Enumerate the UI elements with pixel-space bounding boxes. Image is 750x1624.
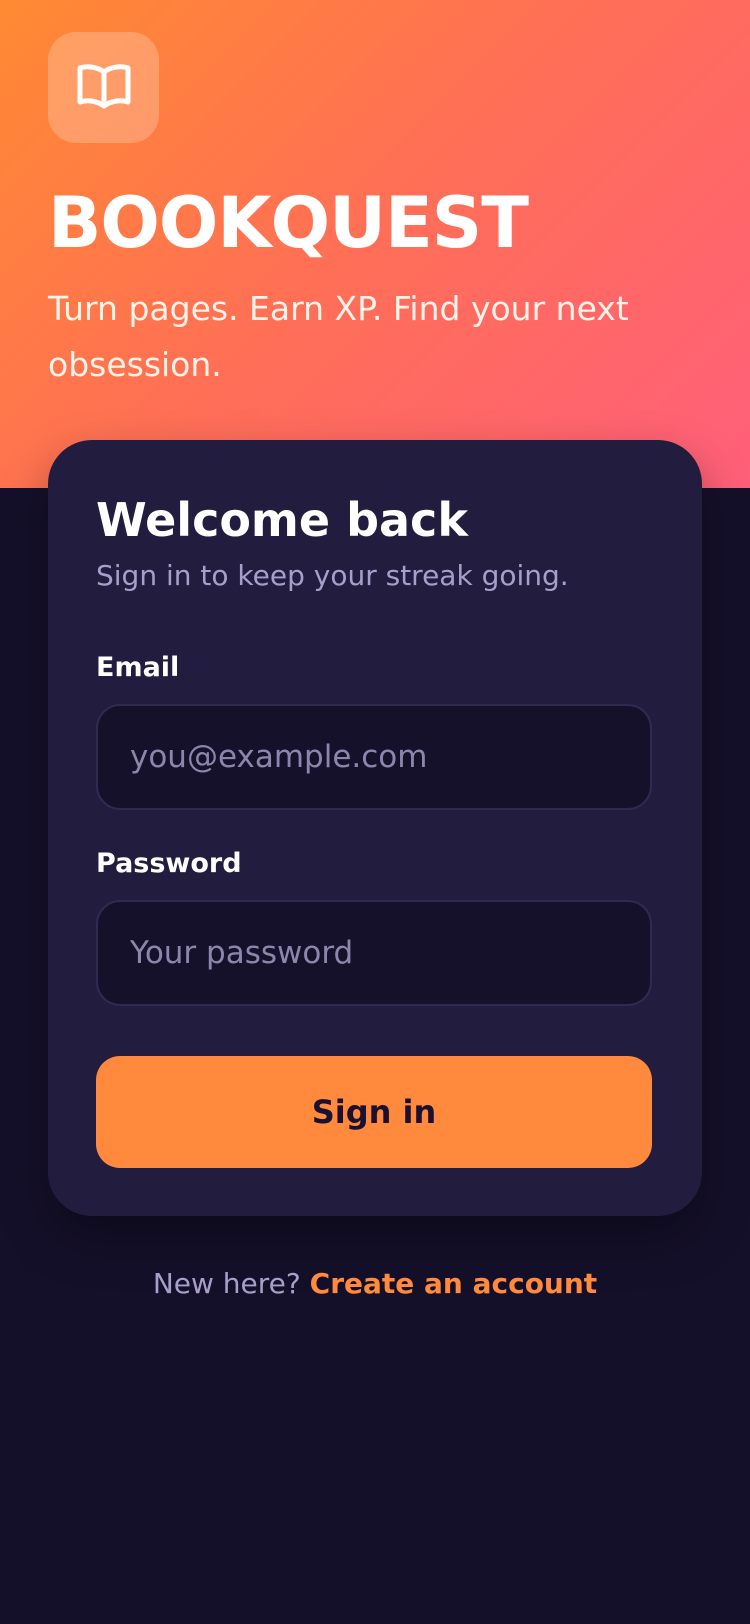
sign-in-button[interactable]: Sign in: [96, 1056, 652, 1168]
welcome-subtitle: Sign in to keep your streak going.: [96, 559, 569, 592]
login-screen: BOOKQUEST Turn pages. Earn XP. Find your…: [0, 0, 750, 1624]
app-logo: [48, 32, 159, 143]
create-account-link[interactable]: Create an account: [310, 1267, 598, 1300]
open-book-icon: [76, 62, 132, 114]
password-field[interactable]: [96, 900, 652, 1006]
login-card: Welcome back Sign in to keep your streak…: [48, 440, 702, 1216]
app-tagline: Turn pages. Earn XP. Find your next obse…: [48, 289, 629, 384]
password-label: Password: [96, 848, 242, 879]
signup-prompt-text: New here?: [152, 1267, 301, 1300]
signup-prompt-row: New here? Create an account: [0, 1262, 750, 1306]
email-field[interactable]: [96, 704, 652, 810]
hero-banner: BOOKQUEST Turn pages. Earn XP. Find your…: [0, 0, 750, 488]
app-title: BOOKQUEST: [48, 182, 529, 264]
email-label: Email: [96, 652, 180, 683]
welcome-heading: Welcome back: [96, 493, 468, 547]
